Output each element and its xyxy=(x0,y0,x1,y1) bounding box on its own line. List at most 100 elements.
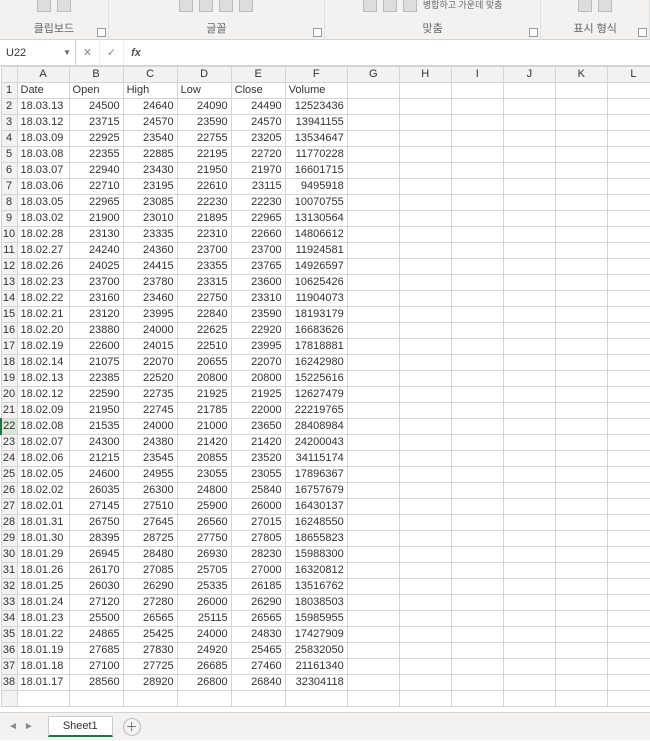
cell[interactable] xyxy=(347,371,399,387)
col-header-E[interactable]: E xyxy=(231,67,285,83)
dialog-launcher-icon[interactable] xyxy=(313,28,322,37)
cell[interactable] xyxy=(399,195,451,211)
row-header[interactable]: 16 xyxy=(1,323,17,339)
cell[interactable] xyxy=(399,275,451,291)
cell[interactable] xyxy=(399,675,451,691)
cell[interactable] xyxy=(555,115,607,131)
cell[interactable] xyxy=(451,99,503,115)
cell[interactable] xyxy=(503,483,555,499)
cell[interactable]: 27685 xyxy=(69,643,123,659)
cell[interactable]: 20800 xyxy=(177,371,231,387)
cell[interactable]: 23430 xyxy=(123,163,177,179)
cell[interactable] xyxy=(503,499,555,515)
cell[interactable]: 27015 xyxy=(231,515,285,531)
cell[interactable]: 18.02.22 xyxy=(17,291,69,307)
cell[interactable]: 26185 xyxy=(231,579,285,595)
cell[interactable]: 17896367 xyxy=(285,467,347,483)
cell[interactable]: 23995 xyxy=(231,339,285,355)
cell[interactable]: 14926597 xyxy=(285,259,347,275)
cell[interactable]: Volume xyxy=(285,83,347,99)
cell[interactable]: 18.02.23 xyxy=(17,275,69,291)
cell[interactable]: 18.02.06 xyxy=(17,451,69,467)
row-header[interactable]: 37 xyxy=(1,659,17,675)
cell[interactable] xyxy=(503,659,555,675)
cell[interactable]: 23310 xyxy=(231,291,285,307)
cell[interactable] xyxy=(451,211,503,227)
cell[interactable] xyxy=(399,563,451,579)
cell[interactable] xyxy=(555,403,607,419)
dialog-launcher-icon[interactable] xyxy=(529,28,538,37)
cell[interactable]: 10625426 xyxy=(285,275,347,291)
cell[interactable]: 24380 xyxy=(123,435,177,451)
row-header[interactable]: 28 xyxy=(1,515,17,531)
cell[interactable]: 26000 xyxy=(231,499,285,515)
cell[interactable] xyxy=(555,323,607,339)
cell[interactable]: 25832050 xyxy=(285,643,347,659)
row-header[interactable]: 1 xyxy=(1,83,17,99)
dialog-launcher-icon[interactable] xyxy=(638,28,647,37)
cell[interactable] xyxy=(399,451,451,467)
cell[interactable] xyxy=(347,515,399,531)
cell[interactable] xyxy=(607,627,650,643)
cell[interactable]: 24015 xyxy=(123,339,177,355)
cell[interactable] xyxy=(503,99,555,115)
cell[interactable] xyxy=(451,227,503,243)
cell[interactable] xyxy=(347,595,399,611)
add-sheet-button[interactable]: ＋ xyxy=(123,718,141,736)
row-header[interactable]: 20 xyxy=(1,387,17,403)
cell[interactable]: High xyxy=(123,83,177,99)
chevron-down-icon[interactable]: ▼ xyxy=(63,48,71,57)
row-header[interactable]: 21 xyxy=(1,403,17,419)
cell[interactable]: 17427909 xyxy=(285,627,347,643)
cell[interactable] xyxy=(503,595,555,611)
cell[interactable]: 18.02.28 xyxy=(17,227,69,243)
cell[interactable] xyxy=(503,275,555,291)
cell[interactable]: 20855 xyxy=(177,451,231,467)
cell[interactable] xyxy=(555,659,607,675)
cell[interactable] xyxy=(607,131,650,147)
col-header-L[interactable]: L xyxy=(607,67,650,83)
row-header[interactable]: 19 xyxy=(1,371,17,387)
cell[interactable] xyxy=(399,211,451,227)
cell[interactable] xyxy=(451,435,503,451)
cell[interactable] xyxy=(451,307,503,323)
cell[interactable] xyxy=(607,515,650,531)
cell[interactable] xyxy=(503,115,555,131)
col-header-D[interactable]: D xyxy=(177,67,231,83)
cell[interactable]: 28480 xyxy=(123,547,177,563)
cell[interactable] xyxy=(503,611,555,627)
cell[interactable] xyxy=(607,83,650,99)
cell[interactable] xyxy=(451,595,503,611)
cell[interactable]: 18.02.20 xyxy=(17,323,69,339)
cell[interactable]: 18.01.24 xyxy=(17,595,69,611)
cell[interactable] xyxy=(555,643,607,659)
cell[interactable] xyxy=(451,323,503,339)
cell[interactable] xyxy=(503,83,555,99)
row-header[interactable]: 2 xyxy=(1,99,17,115)
cell[interactable] xyxy=(347,499,399,515)
cell[interactable] xyxy=(399,403,451,419)
col-header-C[interactable]: C xyxy=(123,67,177,83)
cell[interactable] xyxy=(347,547,399,563)
cell[interactable]: 27510 xyxy=(123,499,177,515)
cell[interactable]: 26030 xyxy=(69,579,123,595)
cell[interactable]: 23545 xyxy=(123,451,177,467)
cell[interactable]: 24025 xyxy=(69,259,123,275)
cell[interactable] xyxy=(451,499,503,515)
cell[interactable]: 23590 xyxy=(177,115,231,131)
cell[interactable] xyxy=(607,691,650,707)
cell[interactable] xyxy=(347,179,399,195)
cell[interactable]: 18.03.05 xyxy=(17,195,69,211)
cell[interactable]: 24090 xyxy=(177,99,231,115)
cell[interactable] xyxy=(399,259,451,275)
cell[interactable]: 16430137 xyxy=(285,499,347,515)
cell[interactable]: 23650 xyxy=(231,419,285,435)
cell[interactable] xyxy=(607,387,650,403)
cell[interactable] xyxy=(347,195,399,211)
cell[interactable]: 22885 xyxy=(123,147,177,163)
cell[interactable] xyxy=(607,547,650,563)
cell[interactable]: 23315 xyxy=(177,275,231,291)
cell[interactable] xyxy=(399,83,451,99)
cell[interactable] xyxy=(451,419,503,435)
cell[interactable]: 26035 xyxy=(69,483,123,499)
